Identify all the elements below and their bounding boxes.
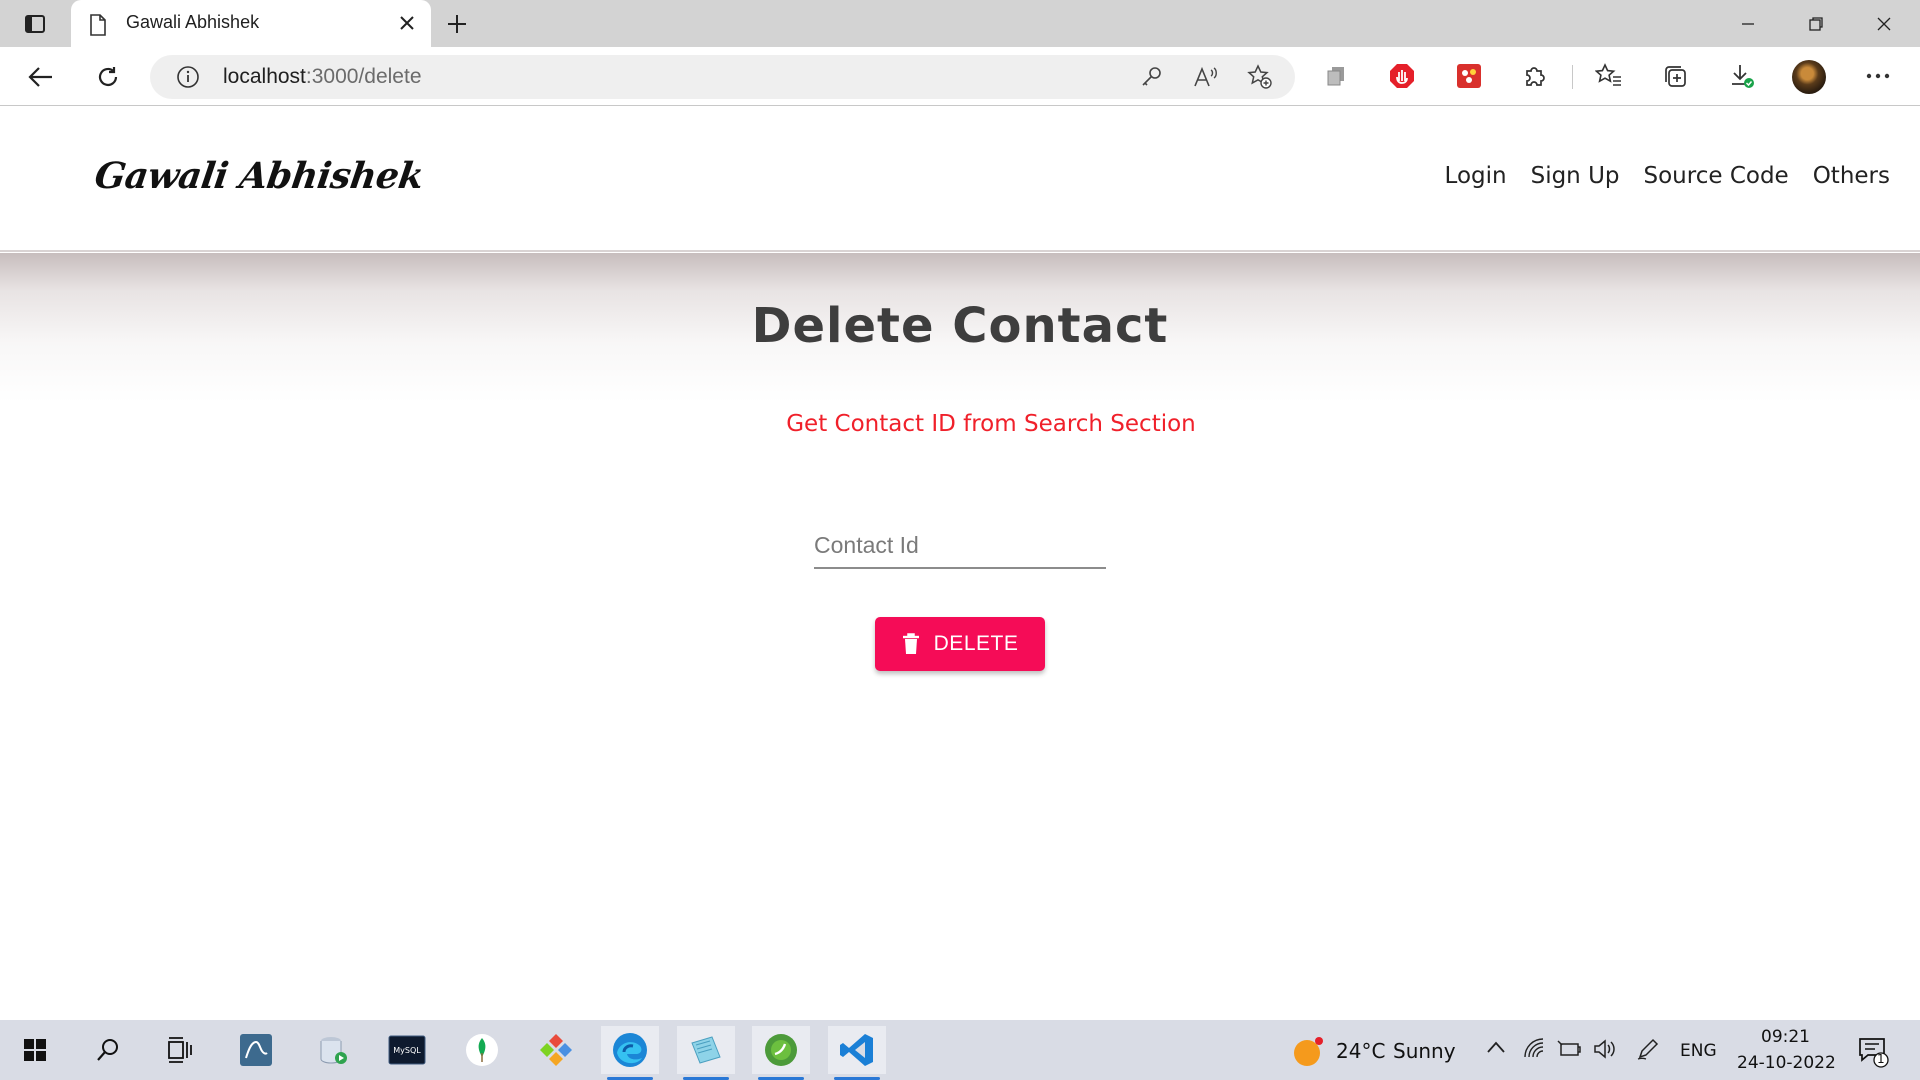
notification-count: 1: [1877, 1052, 1885, 1066]
clock-date[interactable]: 24-10-2022: [1737, 1053, 1836, 1073]
contact-id-hint: Get Contact ID from Search Section: [786, 411, 1196, 437]
refresh-icon: [98, 67, 118, 86]
color-picker-extension-icon[interactable]: [1453, 60, 1485, 92]
tab-strip: Gawali Abhishek: [0, 0, 1920, 47]
address-bar[interactable]: localhost:3000/delete: [150, 55, 1295, 99]
extension-collections-icon[interactable]: [1320, 60, 1352, 92]
delete-button-label: DELETE: [933, 632, 1019, 655]
downloads-icon[interactable]: [1726, 60, 1758, 92]
task-view-button[interactable]: [151, 1026, 209, 1074]
start-button[interactable]: [6, 1026, 64, 1074]
svg-text:MySQL: MySQL: [393, 1046, 421, 1055]
back-button[interactable]: [23, 59, 59, 95]
windows-logo-icon: [24, 1039, 46, 1061]
trash-icon: [902, 633, 919, 654]
notification-center-icon[interactable]: [1858, 1036, 1890, 1068]
site-info-icon[interactable]: [176, 65, 200, 89]
chevron-up-icon[interactable]: [1486, 1040, 1506, 1054]
tab-actions-icon: [25, 15, 45, 33]
tab-title: Gawali Abhishek: [126, 12, 260, 32]
nav-source-code[interactable]: Source Code: [1644, 163, 1789, 189]
pen-icon[interactable]: [1636, 1037, 1660, 1061]
url-text: localhost:3000/delete: [223, 65, 422, 88]
page-title: Delete Contact: [751, 298, 1169, 354]
clock-time[interactable]: 09:21: [1761, 1027, 1810, 1047]
notepad-app-icon[interactable]: [677, 1026, 735, 1080]
task-view-icon: [168, 1037, 192, 1063]
nav-sign-up[interactable]: Sign Up: [1531, 163, 1620, 189]
contact-id-field: [814, 523, 1106, 569]
browser-tab[interactable]: Gawali Abhishek: [71, 0, 431, 47]
plus-icon: [448, 15, 466, 33]
nav-login[interactable]: Login: [1445, 163, 1507, 189]
collections-icon[interactable]: [1659, 60, 1691, 92]
restore-icon: [1809, 16, 1823, 31]
site-brand[interactable]: Gawali Abhishek: [92, 155, 426, 197]
language-indicator[interactable]: ENG: [1680, 1041, 1717, 1061]
contact-id-input[interactable]: [814, 523, 1106, 567]
browser-toolbar: localhost:3000/delete: [0, 47, 1920, 106]
vscode-icon[interactable]: [828, 1026, 886, 1080]
search-icon: [97, 1039, 118, 1061]
close-icon: [1877, 17, 1891, 30]
weather-sun-icon: [1294, 1037, 1323, 1066]
more-menu-icon[interactable]: [1862, 60, 1894, 92]
battery-icon[interactable]: [1556, 1037, 1582, 1061]
nav-others[interactable]: Others: [1813, 163, 1890, 189]
site-header: Gawali Abhishek Login Sign Up Source Cod…: [0, 107, 1920, 252]
close-window-button[interactable]: [1850, 0, 1918, 47]
refresh-button[interactable]: [90, 59, 126, 95]
tab-actions-button[interactable]: [12, 8, 58, 40]
spring-tool-suite-icon[interactable]: [752, 1026, 810, 1080]
edge-browser-icon[interactable]: [601, 1026, 659, 1080]
mysql-workbench-icon[interactable]: [227, 1026, 285, 1074]
back-arrow-icon: [28, 67, 52, 87]
password-key-icon[interactable]: [1137, 63, 1165, 91]
favorites-icon[interactable]: [1593, 60, 1625, 92]
mysql-shell-icon[interactable]: MySQL: [378, 1026, 436, 1074]
taskbar: MySQL 24°C Sunny ENG 09:21 24-10-2022 1: [0, 1020, 1920, 1080]
close-tab-icon[interactable]: [397, 13, 417, 33]
read-aloud-icon[interactable]: [1192, 63, 1220, 91]
page-icon: [90, 14, 106, 36]
profile-avatar[interactable]: [1792, 60, 1826, 94]
toolbar-divider: [1572, 65, 1573, 89]
minimize-icon: [1742, 22, 1754, 25]
weather-desc[interactable]: Sunny: [1393, 1039, 1456, 1063]
volume-icon[interactable]: [1592, 1037, 1618, 1061]
add-favorite-icon[interactable]: [1246, 63, 1274, 91]
weather-temp[interactable]: 24°C: [1336, 1039, 1385, 1063]
adblock-extension-icon[interactable]: [1386, 60, 1418, 92]
git-app-icon[interactable]: [527, 1026, 585, 1074]
site-nav: Login Sign Up Source Code Others: [1445, 163, 1890, 189]
delete-button[interactable]: DELETE: [875, 617, 1045, 671]
minimize-button[interactable]: [1714, 0, 1782, 47]
taskbar-search-button[interactable]: [79, 1026, 137, 1074]
database-app-icon[interactable]: [304, 1026, 362, 1074]
restore-button[interactable]: [1782, 0, 1850, 47]
new-tab-button[interactable]: [442, 9, 472, 39]
wifi-icon[interactable]: [1522, 1037, 1546, 1061]
extensions-puzzle-icon[interactable]: [1519, 60, 1551, 92]
mongodb-compass-icon[interactable]: [453, 1026, 511, 1074]
